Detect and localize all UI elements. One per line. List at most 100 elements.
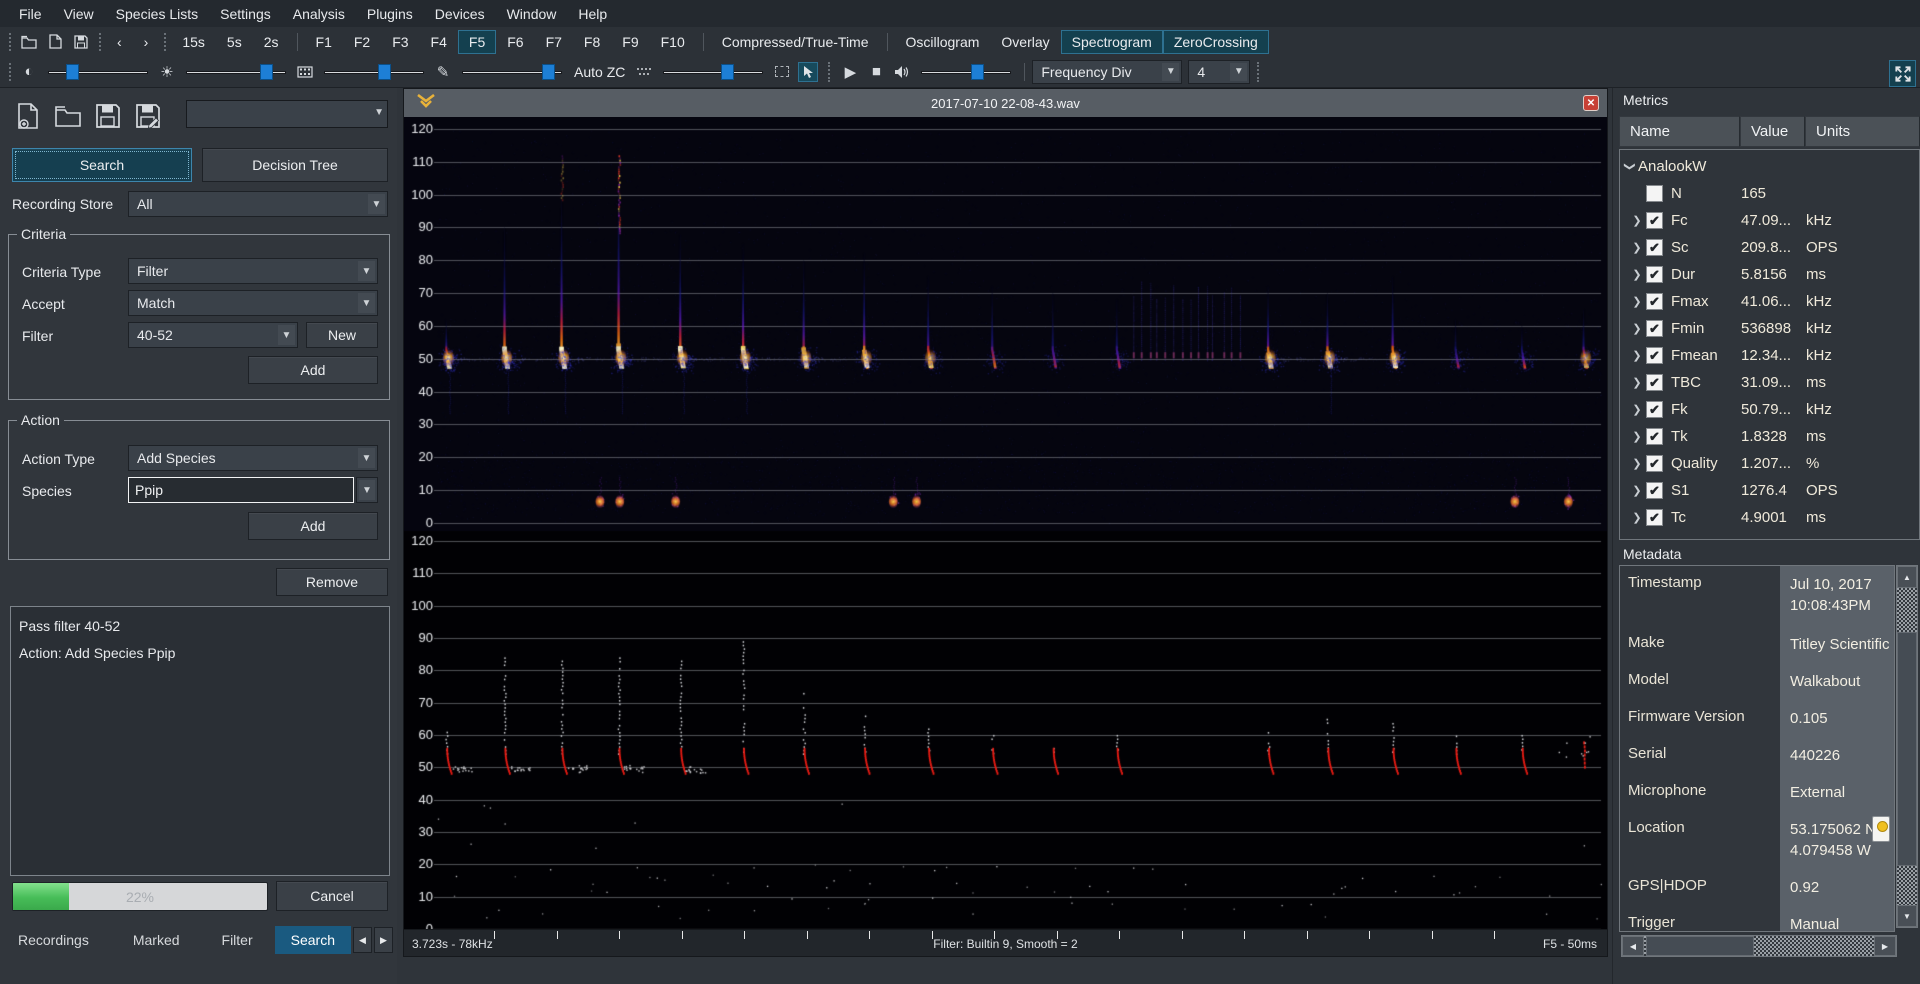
metric-checkbox[interactable]: ✔ xyxy=(1646,239,1663,256)
menu-file[interactable]: File xyxy=(8,2,53,26)
f9-button[interactable]: F9 xyxy=(611,30,649,54)
play-icon[interactable]: ▶ xyxy=(840,62,860,82)
decision-tree-mode-button[interactable]: Decision Tree xyxy=(202,148,388,182)
smoothing-slider[interactable] xyxy=(324,63,424,81)
overlay-button[interactable]: Overlay xyxy=(990,30,1060,54)
map-pin-icon[interactable] xyxy=(1872,816,1890,842)
sensitivity-slider[interactable] xyxy=(462,63,562,81)
tab-filter[interactable]: Filter xyxy=(212,926,263,954)
contrast-slider[interactable] xyxy=(48,63,148,81)
zc-threshold-slider[interactable] xyxy=(663,63,763,81)
saved-search-combo[interactable]: ▼ xyxy=(186,100,388,128)
criteria-type-combo[interactable]: Filter▼ xyxy=(128,258,378,284)
species-field[interactable] xyxy=(128,477,354,503)
save-search-icon[interactable] xyxy=(88,100,128,132)
menu-help[interactable]: Help xyxy=(567,2,618,26)
metric-checkbox[interactable]: ✔ xyxy=(1646,374,1663,391)
chevron-icon[interactable]: ❯ xyxy=(1628,295,1646,308)
f7-button[interactable]: F7 xyxy=(535,30,573,54)
action-type-combo[interactable]: Add Species▼ xyxy=(128,445,378,471)
scroll-down-icon[interactable]: ▼ xyxy=(1897,905,1917,927)
forward-icon[interactable]: › xyxy=(133,30,160,54)
timescale-15s-button[interactable]: 15s xyxy=(171,30,216,54)
chevron-icon[interactable]: ❯ xyxy=(1628,430,1646,443)
metric-checkbox[interactable]: ✔ xyxy=(1646,401,1663,418)
chevron-icon[interactable]: ❯ xyxy=(1628,322,1646,335)
list-item[interactable]: Pass filter 40-52 xyxy=(19,613,381,640)
cancel-button[interactable]: Cancel xyxy=(276,881,388,911)
back-icon[interactable]: ‹ xyxy=(106,30,133,54)
f4-button[interactable]: F4 xyxy=(420,30,458,54)
metric-checkbox[interactable]: ✔ xyxy=(1646,212,1663,229)
metric-checkbox[interactable]: ✔ xyxy=(1646,347,1663,364)
chevron-icon[interactable]: ❯ xyxy=(1628,403,1646,416)
f2-button[interactable]: F2 xyxy=(343,30,381,54)
chevron-icon[interactable]: ❯ xyxy=(1628,457,1646,470)
cursor-icon[interactable] xyxy=(798,62,818,82)
metric-checkbox[interactable]: ✔ xyxy=(1646,266,1663,283)
save-icon[interactable] xyxy=(71,32,91,52)
tab-marked[interactable]: Marked xyxy=(123,926,190,954)
frequency-div-combo[interactable]: Frequency Div▼ xyxy=(1032,60,1182,84)
chevron-icon[interactable]: ❯ xyxy=(1628,214,1646,227)
timescale-2s-button[interactable]: 2s xyxy=(253,30,290,54)
menu-plugins[interactable]: Plugins xyxy=(356,2,424,26)
chevron-icon[interactable]: ❯ xyxy=(1628,241,1646,254)
chevron-icon[interactable]: ❯ xyxy=(1628,484,1646,497)
new-file-icon[interactable] xyxy=(45,32,65,52)
menu-analysis[interactable]: Analysis xyxy=(282,2,356,26)
timescale-5s-button[interactable]: 5s xyxy=(216,30,253,54)
metadata-hscrollbar[interactable]: ◀ ▶ xyxy=(1621,935,1897,957)
f5-button[interactable]: F5 xyxy=(458,30,496,54)
accept-combo[interactable]: Match▼ xyxy=(128,290,378,316)
frequency-div-count-combo[interactable]: 4▼ xyxy=(1188,60,1250,84)
volume-slider[interactable] xyxy=(921,63,1011,81)
open-icon[interactable] xyxy=(19,32,39,52)
chevron-icon[interactable]: ❯ xyxy=(1628,268,1646,281)
open-search-icon[interactable] xyxy=(48,100,88,132)
marquee-icon[interactable] xyxy=(772,62,792,82)
new-search-icon[interactable] xyxy=(8,100,48,132)
f6-button[interactable]: F6 xyxy=(496,30,534,54)
chevron-icon[interactable]: ❯ xyxy=(1628,349,1646,362)
tab-scroll-right-icon[interactable]: ▶ xyxy=(374,927,393,953)
brightness-slider[interactable] xyxy=(186,63,286,81)
save-as-search-icon[interactable] xyxy=(128,100,168,132)
menu-view[interactable]: View xyxy=(53,2,105,26)
close-icon[interactable]: ✕ xyxy=(1583,95,1599,111)
rules-list[interactable]: Pass filter 40-52 Action: Add Species Pp… xyxy=(10,606,390,876)
collapse-chevron-icon[interactable] xyxy=(416,94,428,111)
f8-button[interactable]: F8 xyxy=(573,30,611,54)
tab-search[interactable]: Search xyxy=(275,926,351,954)
f10-button[interactable]: F10 xyxy=(650,30,696,54)
metric-checkbox[interactable]: ✔ xyxy=(1646,293,1663,310)
chevron-icon[interactable]: ❯ xyxy=(1624,161,1637,173)
metric-checkbox[interactable]: ✔ xyxy=(1646,320,1663,337)
spectrogram-button[interactable]: Spectrogram xyxy=(1061,30,1163,54)
scroll-up-icon[interactable]: ▲ xyxy=(1897,566,1917,588)
zerocrossing-button[interactable]: ZeroCrossing xyxy=(1163,30,1269,54)
compressed-truetime-button[interactable]: Compressed/True-Time xyxy=(711,30,880,54)
menu-devices[interactable]: Devices xyxy=(424,2,496,26)
metric-checkbox[interactable]: ✔ xyxy=(1646,482,1663,499)
metrics-group-label[interactable]: AnalookW xyxy=(1638,158,1706,175)
chevron-icon[interactable]: ❯ xyxy=(1628,511,1646,524)
list-item[interactable]: Action: Add Species Ppip xyxy=(19,640,381,667)
menu-settings[interactable]: Settings xyxy=(209,2,282,26)
menu-species-lists[interactable]: Species Lists xyxy=(105,2,209,26)
column-header-units[interactable]: Units xyxy=(1805,116,1920,147)
filter-combo[interactable]: 40-52▼ xyxy=(128,322,298,348)
metric-checkbox[interactable]: ✔ xyxy=(1646,509,1663,526)
spectrogram-canvas[interactable] xyxy=(404,117,1607,931)
f3-button[interactable]: F3 xyxy=(381,30,419,54)
speaker-icon[interactable] xyxy=(892,62,912,82)
metadata-vscrollbar[interactable]: ▲ ▼ xyxy=(1896,565,1918,928)
species-dropdown-button[interactable]: ▼ xyxy=(356,477,378,503)
metric-checkbox[interactable]: ✔ xyxy=(1646,455,1663,472)
stop-icon[interactable]: ■ xyxy=(866,62,886,82)
new-filter-button[interactable]: New xyxy=(306,322,378,348)
tab-scroll-left-icon[interactable]: ◀ xyxy=(353,927,372,953)
column-header-name[interactable]: Name xyxy=(1619,116,1740,147)
vscroll-thumb[interactable] xyxy=(1897,632,1917,866)
metric-checkbox[interactable]: ✔ xyxy=(1646,428,1663,445)
